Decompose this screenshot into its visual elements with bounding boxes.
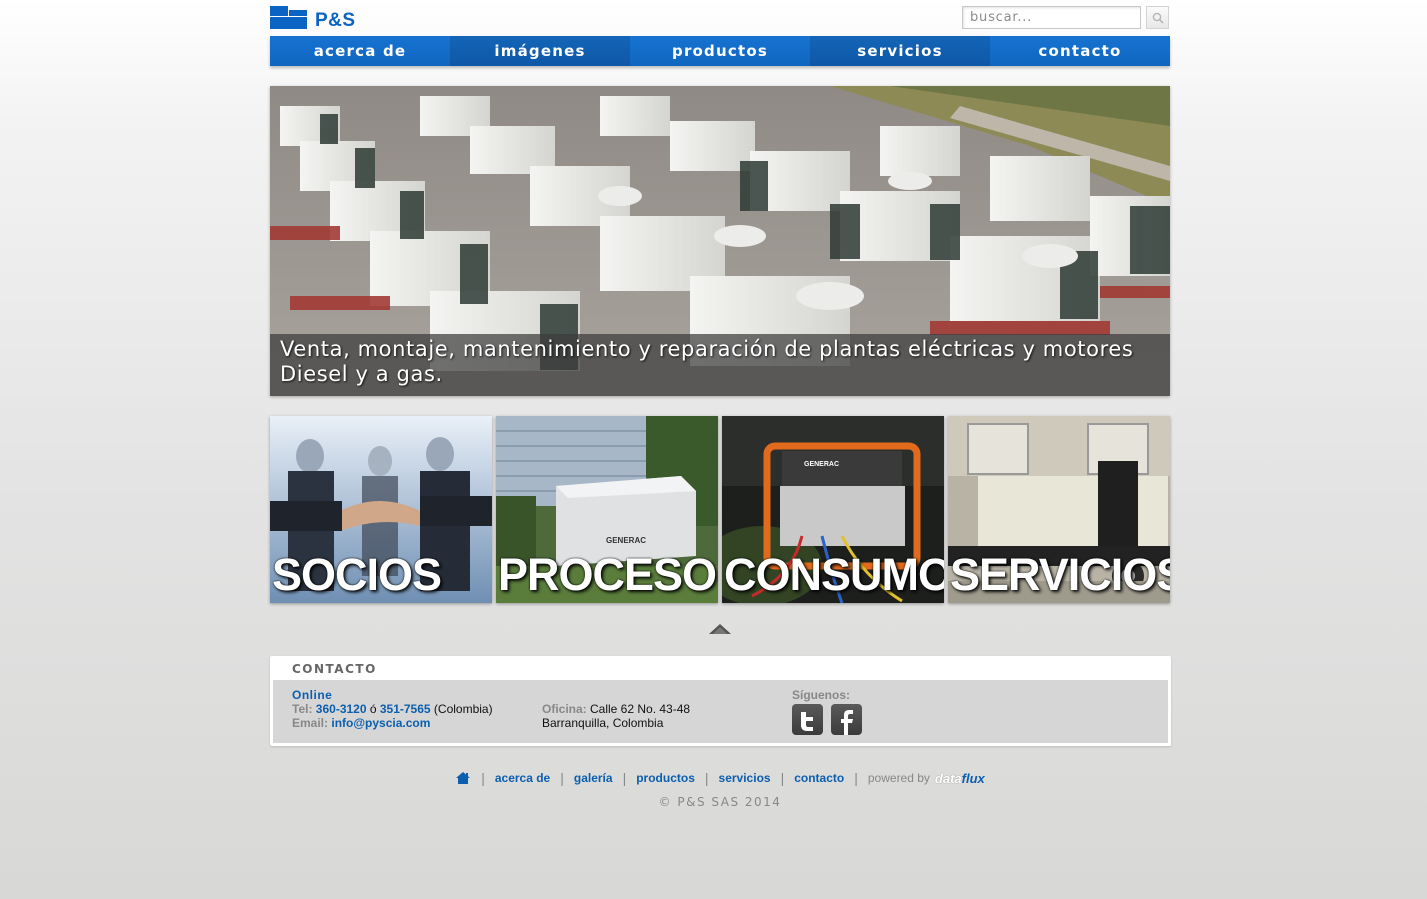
facebook-icon <box>841 710 853 735</box>
tel1-link[interactable]: 360-3120 <box>316 702 367 716</box>
footer-separator: | <box>780 770 785 786</box>
twitter-button[interactable] <box>792 704 823 735</box>
office-line1: Calle 62 No. 43-48 <box>586 702 691 716</box>
tile-servicios[interactable]: SERVICIOS <box>948 416 1170 603</box>
search-box <box>962 6 1170 29</box>
tile-socios[interactable]: SOCIOS <box>270 416 492 603</box>
footer-separator: | <box>560 770 564 786</box>
dataflux-logo[interactable]: dataflux <box>935 771 985 786</box>
footer-link-servicios[interactable]: servicios <box>719 771 771 785</box>
follow-label: Síguenos: <box>792 688 851 702</box>
footer-link-productos[interactable]: productos <box>636 771 695 785</box>
tile-label: SERVICIOS <box>950 549 1170 600</box>
tile-label: SOCIOS <box>272 549 442 600</box>
svg-text:GENERAC: GENERAC <box>804 461 839 468</box>
tel-country-text: (Colombia) <box>430 702 493 716</box>
hero-slider[interactable]: Venta, montaje, mantenimiento y reparaci… <box>270 86 1170 396</box>
nav-item-contacto[interactable]: contacto <box>990 36 1170 66</box>
feature-tiles: SOCIOS GENERAC PROCESO GENERAC CONSUMO S… <box>270 416 1170 603</box>
tel-label: Tel: <box>292 702 313 716</box>
brand-name: P&S <box>315 10 356 31</box>
online-label: Online <box>292 688 333 702</box>
tile-label: CONSUMO <box>724 549 944 600</box>
contact-panel: CONTACTO Online Tel: 360-3120 ó 351-7565… <box>270 656 1171 746</box>
contact-social-column: Síguenos: <box>792 688 850 702</box>
tile-consumo[interactable]: GENERAC CONSUMO <box>722 416 944 603</box>
hero-caption: Venta, montaje, mantenimiento y reparaci… <box>270 334 1170 396</box>
powered-by-text: powered by <box>867 771 930 785</box>
footer-separator: | <box>704 770 709 786</box>
search-button[interactable] <box>1146 6 1169 29</box>
tel-or-text: ó <box>366 702 380 716</box>
contact-body: Online Tel: 360-3120 ó 351-7565 (Colombi… <box>273 680 1168 743</box>
copyright: © P&S SAS 2014 <box>658 795 782 809</box>
search-input[interactable] <box>962 6 1141 29</box>
brand-logo[interactable]: P&S <box>270 6 370 31</box>
office-label: Oficina: <box>542 702 587 716</box>
footer-link-acerca-de[interactable]: acerca de <box>495 771 550 785</box>
footer-nav: | acerca de | galería | productos | serv… <box>270 770 1170 788</box>
tel2-link[interactable]: 351-7565 <box>380 702 431 716</box>
nav-item-acerca-de[interactable]: acerca de <box>270 36 450 66</box>
logo-mark-icon <box>270 6 307 29</box>
svg-text:GENERAC: GENERAC <box>606 536 646 545</box>
email-label: Email: <box>292 716 329 730</box>
nav-item-productos[interactable]: productos <box>630 36 810 66</box>
scroll-up-icon[interactable] <box>708 623 732 635</box>
footer-link-contacto[interactable]: contacto <box>794 771 844 785</box>
office-line2: Barranquilla, Colombia <box>542 716 664 730</box>
facebook-button[interactable] <box>831 704 862 735</box>
tile-proceso[interactable]: GENERAC PROCESO <box>496 416 718 603</box>
contact-office-column: Oficina: Calle 62 No. 43-48 Barranquilla… <box>542 702 690 730</box>
contact-title: CONTACTO <box>292 662 377 676</box>
nav-item-servicios[interactable]: servicios <box>810 36 990 66</box>
twitter-icon <box>801 712 813 731</box>
nav-item-imagenes[interactable]: imágenes <box>450 36 630 66</box>
footer-separator: | <box>854 770 858 786</box>
footer-separator: | <box>481 770 485 786</box>
search-icon <box>1152 12 1164 24</box>
footer-separator: | <box>622 770 627 786</box>
contact-online-column: Online Tel: 360-3120 ó 351-7565 (Colombi… <box>292 688 493 730</box>
footer-link-galeria[interactable]: galería <box>574 771 613 785</box>
email-link[interactable]: info@pyscia.com <box>331 716 430 730</box>
tile-label: PROCESO <box>498 549 717 600</box>
home-icon[interactable] <box>455 771 471 785</box>
main-nav: acerca de imágenes productos servicios c… <box>270 36 1170 66</box>
